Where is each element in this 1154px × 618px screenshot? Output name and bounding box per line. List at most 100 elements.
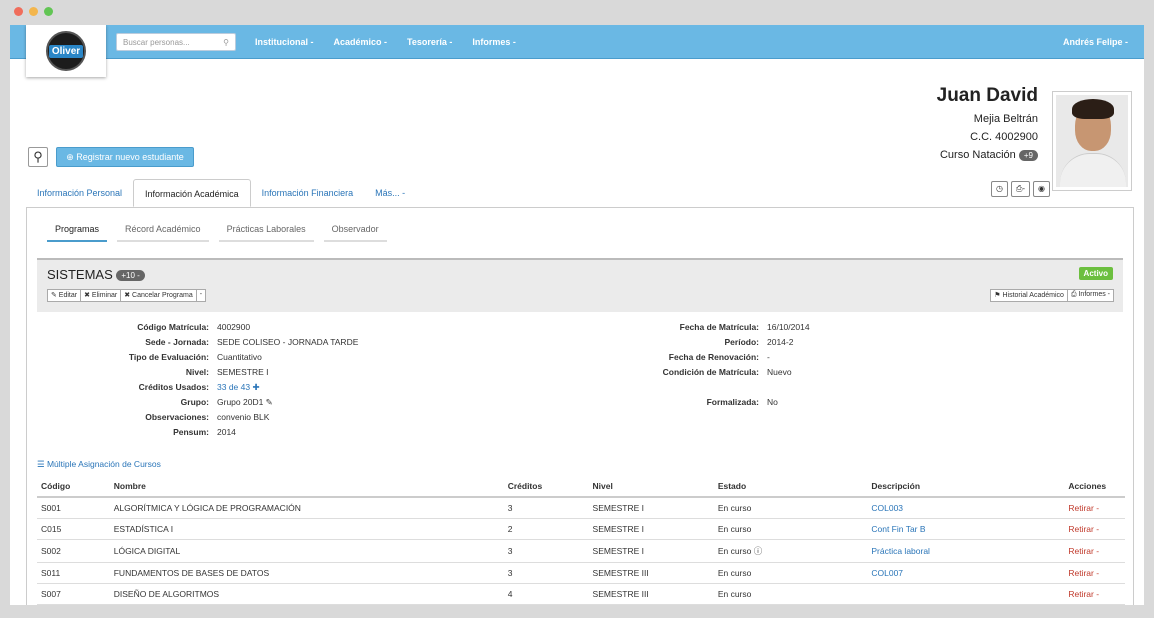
program-count-badge[interactable]: +10 - [116, 270, 145, 282]
table-cell: ALGORÍTMICA Y LÓGICA DE PROGRAMACIÓN [109, 497, 504, 519]
table-cell: SEMESTRE I [588, 497, 714, 519]
table-cell: SEMESTRE I [588, 518, 714, 540]
profile-tools: ◷ ⎙- ◉ [990, 181, 1050, 197]
table-cell[interactable]: Retirar - [1064, 583, 1125, 605]
detail-value: Nuevo [767, 367, 792, 377]
table-cell[interactable]: Retirar - [1064, 497, 1125, 519]
table-row[interactable]: S002 LÓGICA DIGITAL 3 SEMESTRE I En curso ⓘ P… [37, 539, 1125, 563]
detail-value[interactable]: Grupo 20D1 ✎ [217, 397, 397, 412]
detail-label: Sede - Jornada: [145, 337, 209, 347]
table-cell: En curso [713, 497, 868, 519]
table-cell: En curso [713, 518, 868, 540]
delete-button[interactable]: ✖ Eliminar [80, 289, 122, 302]
tab-academic[interactable]: Información Académica [133, 179, 251, 207]
detail-value: 2014-2 [767, 337, 794, 347]
app-window: Buscar personas... ⚲ Institucional - Acad… [10, 25, 1144, 605]
table-cell: 2 [503, 518, 589, 540]
search-input[interactable]: Buscar personas... ⚲ [116, 33, 236, 51]
minimize-dot[interactable] [29, 7, 38, 16]
column-header[interactable]: Estado [713, 476, 868, 498]
table-cell[interactable]: Retirar - [1064, 539, 1125, 563]
status-badge: Activo [1078, 267, 1113, 280]
column-header[interactable]: Código [37, 476, 110, 498]
more-actions-button[interactable]: - [195, 289, 207, 302]
reports-button[interactable]: ⎙ Informes - [1066, 289, 1114, 302]
history-clock-icon[interactable]: ◷ [990, 181, 1008, 197]
table-row[interactable]: S007 DISEÑO DE ALGORITMOS 4 SEMESTRE III En … [37, 583, 1125, 605]
table-cell: FUNDAMENTOS DE BASES DE DATOS [109, 562, 504, 584]
tab-financial[interactable]: Información Financiera [251, 179, 365, 207]
zoom-dot[interactable] [44, 7, 53, 16]
column-header[interactable]: Créditos [503, 476, 589, 498]
multiple-course-assignment-link[interactable]: ☰ Múltiple Asignación de Cursos [37, 459, 161, 470]
subtab-practicas[interactable]: Prácticas Laborales [218, 220, 314, 242]
tab-personal[interactable]: Información Personal [26, 179, 133, 207]
table-cell: S007 [37, 583, 110, 605]
menu-institucional[interactable]: Institucional - [255, 37, 314, 47]
detail-value: 4002900 [217, 322, 251, 332]
tab-more[interactable]: Más... - [364, 179, 416, 207]
academic-panel: Programas Récord Académico Prácticas Lab… [26, 208, 1134, 605]
table-cell[interactable]: Retirar - [1064, 562, 1125, 584]
top-navbar: Buscar personas... ⚲ Institucional - Acad… [10, 25, 1144, 59]
detail-label: Fecha de Renovación: [668, 352, 759, 362]
detail-row: Observaciones: convenio BLK [37, 412, 1123, 427]
academic-history-button[interactable]: ⚑ Historial Académico [990, 289, 1068, 302]
detail-label [397, 382, 767, 397]
detail-label: Condición de Matrícula: [662, 367, 759, 377]
column-header[interactable]: Nombre [109, 476, 504, 498]
table-cell[interactable]: COL007 [867, 562, 1065, 584]
menu-informes[interactable]: Informes - [472, 37, 516, 47]
column-header[interactable]: Nivel [588, 476, 714, 498]
table-cell[interactable] [867, 583, 1065, 605]
table-cell: 3 [503, 562, 589, 584]
detail-value: convenio BLK [217, 412, 270, 422]
subtab-observador[interactable]: Observador [323, 220, 387, 242]
user-menu[interactable]: Andrés Felipe - [1063, 37, 1128, 47]
print-icon[interactable]: ⎙- [1010, 181, 1031, 197]
edit-button[interactable]: ✎ Editar [47, 289, 82, 302]
table-cell[interactable]: Cont Fin Tar B [867, 518, 1065, 540]
detail-value: No [767, 397, 778, 407]
search-student-button[interactable]: ⚲ [28, 147, 48, 167]
camera-icon[interactable]: ◉ [1033, 181, 1050, 197]
table-cell[interactable]: COL003 [867, 497, 1065, 519]
detail-row: Pensum: 2014 [37, 427, 1123, 442]
detail-value[interactable]: 33 de 43 ✚ [217, 382, 397, 397]
table-cell: DISEÑO DE ALGORITMOS [109, 583, 504, 605]
table-cell[interactable]: Práctica laboral [867, 539, 1065, 563]
detail-row: Créditos Usados: 33 de 43 ✚ [37, 382, 1123, 397]
register-student-button[interactable]: ⊕ Registrar nuevo estudiante [56, 147, 194, 167]
table-row[interactable]: S001 ALGORÍTMICA Y LÓGICA DE PROGRAMACIÓN… [37, 497, 1125, 519]
column-header[interactable]: Acciones [1064, 476, 1125, 498]
table-cell: S001 [37, 497, 110, 519]
table-cell: SEMESTRE III [588, 583, 714, 605]
oliver-logo[interactable]: Oliver [26, 25, 106, 77]
menu-academico[interactable]: Académico - [334, 37, 388, 47]
table-row[interactable]: S011 FUNDAMENTOS DE BASES DE DATOS 3 SEMEST… [37, 562, 1125, 584]
courses-table: Código Nombre Créditos Nivel Estado Descripci… [37, 476, 1125, 605]
detail-label: Formalizada: [706, 397, 759, 407]
detail-value: 16/10/2014 [767, 322, 810, 332]
detail-label: Observaciones: [145, 412, 209, 422]
table-row[interactable]: C015 ESTADÍSTICA I 2 SEMESTRE I En curso Cont… [37, 518, 1125, 540]
main-menu: Institucional - Académico - Tesorería - … [255, 37, 516, 47]
program-header: SISTEMAS +10 - Activo ✎ Editar ✖ Elimina… [37, 258, 1123, 312]
search-icon[interactable]: ⚲ [223, 38, 229, 47]
table-cell[interactable]: Retirar - [1064, 518, 1125, 540]
table-cell: S002 [37, 539, 110, 563]
detail-value: SEMESTRE I [217, 367, 269, 377]
column-header[interactable]: Descripción [867, 476, 1065, 498]
student-course: Curso Natación +9 [937, 149, 1038, 161]
menu-tesoreria[interactable]: Tesorería - [407, 37, 452, 47]
course-count-badge[interactable]: +9 [1018, 149, 1038, 161]
search-icon: ⚲ [33, 149, 43, 164]
cancel-program-button[interactable]: ✖ Cancelar Programa [120, 289, 197, 302]
subtab-record[interactable]: Récord Académico [117, 220, 209, 242]
detail-label: Tipo de Evaluación: [128, 352, 209, 362]
program-right-actions: ⚑ Historial Académico ⎙ Informes - [990, 289, 1114, 302]
close-dot[interactable] [14, 7, 23, 16]
table-cell: SEMESTRE III [588, 562, 714, 584]
subtab-programas[interactable]: Programas [47, 220, 108, 242]
detail-label: Grupo: [180, 397, 209, 407]
